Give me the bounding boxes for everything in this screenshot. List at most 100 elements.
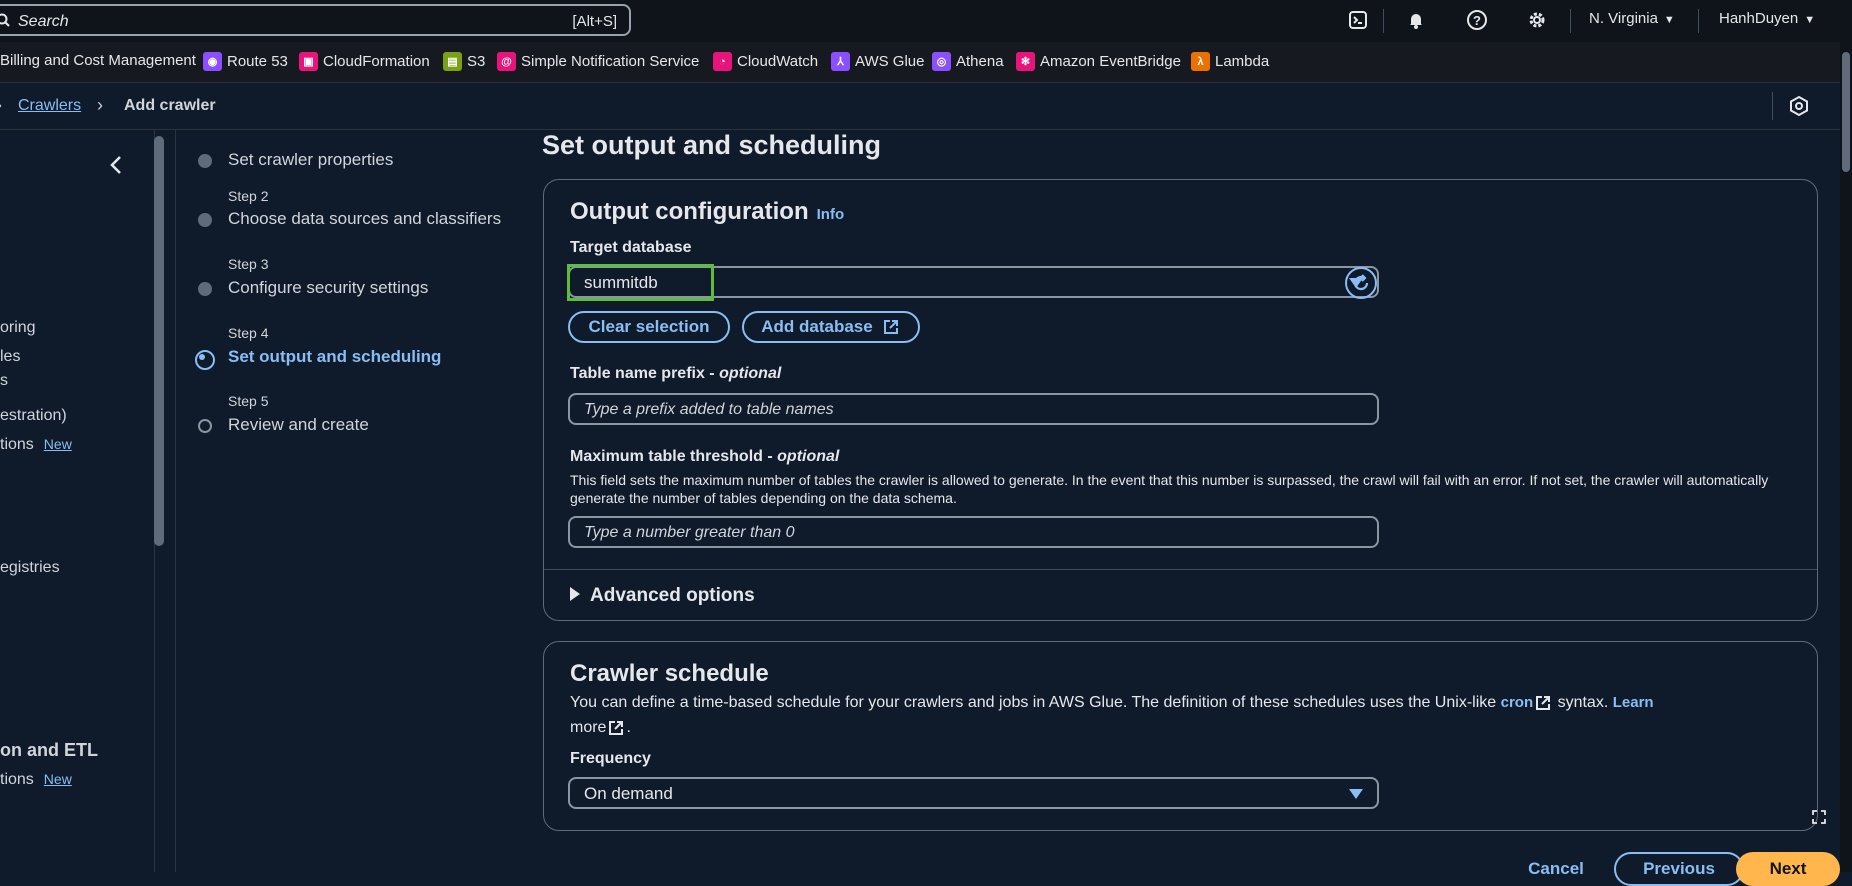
expand-icon[interactable] bbox=[1810, 808, 1828, 831]
collapse-nav-button[interactable] bbox=[108, 154, 124, 182]
step-title: Configure security settings bbox=[228, 278, 429, 297]
account-menu[interactable]: HanhDuyen ▼ bbox=[1719, 10, 1815, 27]
max-table-threshold-label: Maximum table threshold - optional bbox=[570, 448, 839, 466]
nav-item-label: tions bbox=[0, 436, 34, 453]
step-number: Step 4 bbox=[228, 325, 269, 341]
schedule-description: You can define a time-based schedule for… bbox=[570, 694, 1654, 736]
favorite-cloudformation[interactable]: ▣ CloudFormation bbox=[299, 52, 430, 71]
step-title: Set output and scheduling bbox=[228, 347, 442, 366]
step-title: Set crawler properties bbox=[228, 150, 394, 169]
favorite-route53[interactable]: ◉ Route 53 bbox=[203, 52, 288, 71]
frequency-select[interactable]: On demand bbox=[568, 777, 1379, 809]
divider bbox=[1772, 92, 1773, 120]
nav-item[interactable]: egistries bbox=[0, 559, 60, 577]
favorite-lambda[interactable]: λ Lambda bbox=[1191, 52, 1269, 71]
label-text: Table name prefix - bbox=[570, 365, 720, 382]
athena-icon: ◎ bbox=[932, 52, 951, 71]
step-indicator bbox=[198, 154, 212, 168]
caret-down-icon: ▼ bbox=[1804, 14, 1816, 26]
breadcrumb-current: Add crawler bbox=[124, 97, 216, 114]
cancel-button[interactable]: Cancel bbox=[1508, 852, 1604, 886]
favorite-sns[interactable]: @ Simple Notification Service bbox=[497, 52, 699, 71]
previous-button[interactable]: Previous bbox=[1614, 852, 1744, 886]
advanced-options-toggle[interactable]: Advanced options bbox=[570, 585, 755, 607]
advanced-options-label: Advanced options bbox=[590, 585, 755, 606]
favorite-cloudwatch[interactable]: ◔ CloudWatch bbox=[713, 52, 818, 71]
nav-item-label: tions bbox=[0, 771, 34, 788]
step-number: Step 3 bbox=[228, 256, 269, 272]
external-link-icon bbox=[1536, 695, 1551, 710]
cron-link[interactable]: cron bbox=[1501, 694, 1534, 711]
search-input[interactable]: Search [Alt+S] bbox=[0, 4, 631, 36]
info-link[interactable]: Info bbox=[817, 206, 845, 223]
favorite-label: AWS Glue bbox=[855, 53, 925, 70]
clear-selection-button[interactable]: Clear selection bbox=[568, 311, 730, 343]
favorite-label: Athena bbox=[956, 53, 1004, 70]
page-scrollbar[interactable] bbox=[1840, 42, 1852, 872]
nav-item-new[interactable]: tions New bbox=[0, 771, 72, 789]
step-indicator bbox=[198, 419, 212, 433]
cloudshell-icon[interactable] bbox=[1346, 8, 1370, 32]
favorite-label: CloudFormation bbox=[323, 53, 430, 70]
side-navigation: oring les s estration) tions New egistrie… bbox=[0, 130, 155, 872]
bell-icon[interactable] bbox=[1404, 8, 1428, 32]
favorite-label: Simple Notification Service bbox=[521, 53, 700, 70]
step-indicator bbox=[198, 282, 212, 296]
favorite-athena[interactable]: ◎ Athena bbox=[932, 52, 1004, 71]
divider bbox=[1570, 9, 1571, 33]
help-icon[interactable]: ? bbox=[1465, 8, 1489, 32]
learn-more-link[interactable]: Learn bbox=[1613, 694, 1654, 711]
learn-more-link-continued[interactable]: more bbox=[570, 719, 606, 736]
favorite-label: CloudWatch bbox=[737, 53, 819, 70]
description-text: You can define a time-based schedule for… bbox=[570, 694, 1497, 711]
scrollbar-thumb[interactable] bbox=[1842, 52, 1850, 172]
tools-panel-icon[interactable] bbox=[1788, 95, 1812, 119]
refresh-icon bbox=[1353, 274, 1369, 291]
breadcrumb-crawlers[interactable]: Crawlers bbox=[18, 97, 81, 115]
step-indicator bbox=[198, 213, 212, 227]
step-indicator-current bbox=[195, 350, 215, 370]
nav-scrollbar[interactable] bbox=[154, 136, 164, 546]
gear-icon[interactable] bbox=[1525, 8, 1549, 32]
region-label: N. Virginia bbox=[1589, 10, 1658, 27]
eventbridge-icon: ✻ bbox=[1016, 52, 1035, 71]
divider bbox=[1698, 9, 1699, 33]
chevron-right-icon: › bbox=[97, 95, 103, 115]
selection-highlight bbox=[567, 264, 714, 301]
top-navigation-bar: Search [Alt+S] ? N. Virginia ▼ HanhDuyen ▼ bbox=[0, 0, 1852, 42]
favorite-eventbridge[interactable]: ✻ Amazon EventBridge bbox=[1016, 52, 1181, 71]
nav-item[interactable]: oring bbox=[0, 319, 36, 337]
nav-item[interactable]: s bbox=[0, 372, 8, 390]
input-placeholder: Type a number greater than 0 bbox=[584, 524, 795, 541]
panel-title: Output configuration Info bbox=[570, 198, 844, 226]
max-table-threshold-description: This field sets the maximum number of ta… bbox=[570, 472, 1769, 506]
page-title: Set output and scheduling bbox=[542, 130, 881, 160]
optional-text: optional bbox=[719, 365, 782, 382]
favorite-s3[interactable]: ▤ S3 bbox=[443, 52, 485, 71]
account-name: HanhDuyen bbox=[1719, 10, 1799, 27]
optional-text: optional bbox=[777, 448, 840, 465]
table-prefix-input[interactable]: Type a prefix added to table names bbox=[568, 393, 1379, 425]
favorite-glue[interactable]: ⅄ AWS Glue bbox=[831, 52, 924, 71]
search-placeholder: Search bbox=[18, 13, 69, 30]
sns-icon: @ bbox=[497, 52, 516, 71]
nav-item-new[interactable]: tions New bbox=[0, 436, 72, 454]
region-selector[interactable]: N. Virginia ▼ bbox=[1589, 10, 1675, 27]
max-table-threshold-input[interactable]: Type a number greater than 0 bbox=[568, 516, 1379, 548]
nav-item[interactable]: les bbox=[0, 348, 20, 366]
panel-title-text: Output configuration bbox=[570, 198, 809, 225]
search-shortcut: [Alt+S] bbox=[572, 13, 617, 30]
new-badge: New bbox=[43, 436, 72, 452]
chevron-right-icon: › bbox=[0, 95, 2, 116]
next-button[interactable]: Next bbox=[1736, 852, 1840, 886]
table-prefix-label: Table name prefix - optional bbox=[570, 365, 781, 383]
nav-item[interactable]: estration) bbox=[0, 407, 67, 425]
caret-right-icon bbox=[570, 587, 580, 601]
cloudformation-icon: ▣ bbox=[299, 52, 318, 71]
description-text: syntax. bbox=[1557, 694, 1609, 711]
refresh-databases-button[interactable] bbox=[1345, 267, 1377, 299]
add-database-button[interactable]: Add database bbox=[742, 311, 920, 343]
frequency-label: Frequency bbox=[570, 750, 651, 767]
favorite-label: Billing and Cost Management bbox=[0, 52, 196, 69]
favorite-billing[interactable]: Billing and Cost Management bbox=[0, 52, 196, 69]
